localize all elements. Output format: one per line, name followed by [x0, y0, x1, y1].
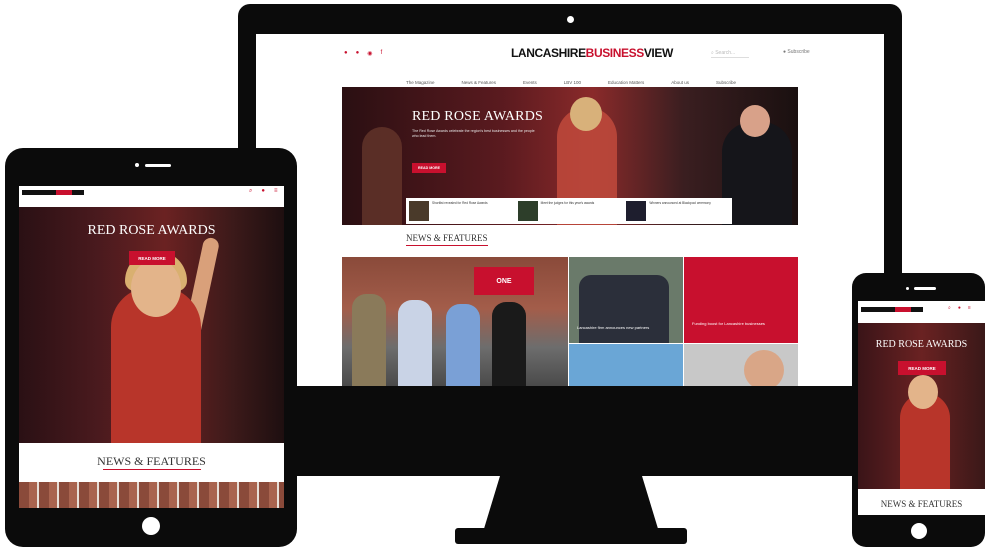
- search-input[interactable]: ⌕ Search...: [711, 50, 749, 58]
- featured-card[interactable]: Meet the judges for this year's awards: [517, 201, 621, 221]
- hero-banner: RED ROSE AWARDS READ MORE: [19, 207, 284, 443]
- hero-title: RED ROSE AWARDS: [87, 223, 216, 238]
- linkedin-icon[interactable]: ●: [356, 50, 360, 57]
- header-icons: ⌕ ● ≡: [249, 188, 278, 195]
- menu-icon[interactable]: ≡: [274, 188, 278, 195]
- news-tile[interactable]: [684, 344, 798, 386]
- monitor-camera: [567, 16, 574, 23]
- hero-title: RED ROSE AWARDS: [875, 339, 968, 350]
- desktop-monitor: ● ● ◉ f LANCASHIREBUSINESSVIEW ⌕ Search.…: [238, 4, 902, 476]
- home-button[interactable]: [142, 517, 160, 535]
- nav-item[interactable]: Events: [523, 80, 537, 85]
- read-more-button[interactable]: READ MORE: [898, 361, 946, 375]
- hero-title: RED ROSE AWARDS: [412, 109, 544, 124]
- phone-speaker: [914, 287, 936, 290]
- hero-photo-figure: [362, 127, 402, 225]
- desktop-screen: ● ● ◉ f LANCASHIREBUSINESSVIEW ⌕ Search.…: [256, 34, 884, 386]
- read-more-button[interactable]: READ MORE: [412, 163, 446, 173]
- read-more-button[interactable]: READ MORE: [129, 251, 175, 265]
- user-icon: ●: [783, 49, 787, 55]
- card-text: Meet the judges for this year's awards: [540, 201, 595, 205]
- tablet-speaker: [145, 164, 171, 167]
- news-tile[interactable]: [19, 482, 284, 508]
- nav-item[interactable]: The Magazine: [406, 80, 435, 85]
- building-sign: ONE: [474, 267, 534, 295]
- instagram-icon[interactable]: ◉: [367, 50, 372, 57]
- featured-card[interactable]: Winners announced at Blackpool ceremony: [626, 201, 729, 221]
- tablet-device: ⌕ ● ≡ RED ROSE AWARDS READ MORE NEWS & F…: [5, 148, 297, 547]
- nav-item[interactable]: Education Matters: [608, 80, 644, 85]
- tablet-screen: ⌕ ● ≡ RED ROSE AWARDS READ MORE NEWS & F…: [19, 186, 284, 508]
- site-logo[interactable]: [22, 190, 84, 195]
- card-thumbnail: [409, 201, 429, 221]
- news-tile-large[interactable]: ONE: [342, 257, 568, 386]
- section-title: NEWS & FEATURES: [880, 499, 963, 509]
- twitter-icon[interactable]: ●: [344, 50, 348, 57]
- site-logo[interactable]: LANCASHIREBUSINESSVIEW: [511, 46, 673, 60]
- section-title: NEWS & FEATURES: [406, 233, 488, 243]
- nav-item[interactable]: News & Features: [462, 80, 497, 85]
- card-thumbnail: [626, 201, 647, 221]
- person-figure: [352, 294, 386, 386]
- featured-card[interactable]: Shortlist revealed for Red Rose Awards: [409, 201, 512, 221]
- tablet-camera: [135, 163, 139, 167]
- nav-item[interactable]: About us: [671, 80, 689, 85]
- logo-accent: [56, 190, 72, 195]
- site-logo[interactable]: [861, 307, 923, 312]
- monitor-base: [455, 528, 687, 544]
- phone-device: ⌕ ● ≡ RED ROSE AWARDS READ MORE NEWS & F…: [852, 273, 985, 547]
- card-text: Shortlist revealed for Red Rose Awards: [432, 201, 488, 205]
- nav-item[interactable]: Subscribe: [716, 80, 736, 85]
- monitor-stand: [483, 474, 659, 532]
- user-icon[interactable]: ●: [958, 305, 961, 311]
- hero-photo-figure: [740, 105, 770, 137]
- phone-screen: ⌕ ● ≡ RED ROSE AWARDS READ MORE NEWS & F…: [858, 301, 985, 515]
- main-nav: The Magazine News & Features Events LBV …: [406, 80, 736, 85]
- person-figure: [446, 304, 480, 386]
- tile-caption: Lancashire firm announces new partners: [577, 325, 650, 330]
- user-icon[interactable]: ●: [261, 188, 265, 195]
- person-figure: [492, 302, 526, 386]
- search-icon[interactable]: ⌕: [948, 305, 951, 311]
- hero-banner: RED ROSE AWARDS READ MORE: [858, 323, 985, 489]
- hero-text: The Red Rose Awards celebrate the region…: [412, 129, 535, 138]
- menu-icon[interactable]: ≡: [968, 305, 971, 311]
- hero-photo-figure: [570, 97, 602, 131]
- logo-accent: [895, 307, 911, 312]
- tile-caption: Funding boost for Lancashire businesses: [692, 321, 765, 326]
- nav-item[interactable]: LBV 100: [564, 80, 581, 85]
- portrait-photo: [744, 350, 784, 386]
- phone-camera: [906, 287, 909, 290]
- card-thumbnail: [517, 201, 538, 221]
- facebook-icon[interactable]: f: [381, 50, 383, 57]
- group-photo: [579, 275, 669, 343]
- subscribe-link[interactable]: ● Subscribe: [783, 49, 810, 55]
- card-text: Winners announced at Blackpool ceremony: [649, 201, 711, 205]
- social-links: ● ● ◉ f: [344, 50, 382, 57]
- news-tile[interactable]: Funding boost for Lancashire businesses: [684, 257, 798, 343]
- person-figure: [398, 300, 432, 386]
- news-tile[interactable]: Lancashire firm announces new partners: [569, 257, 683, 343]
- section-underline: [103, 469, 201, 470]
- hero-photo-figure: [131, 259, 181, 317]
- search-icon: ⌕: [711, 50, 714, 56]
- hero-photo-figure: [908, 375, 938, 409]
- news-tile[interactable]: [569, 344, 683, 386]
- hero-photo-figure: [722, 122, 792, 225]
- section-title: NEWS & FEATURES: [97, 454, 206, 468]
- section-underline: [406, 245, 488, 246]
- home-button[interactable]: [911, 523, 927, 539]
- search-icon[interactable]: ⌕: [249, 188, 252, 195]
- featured-cards: Shortlist revealed for Red Rose Awards M…: [406, 198, 732, 224]
- header-icons: ⌕ ● ≡: [948, 305, 971, 311]
